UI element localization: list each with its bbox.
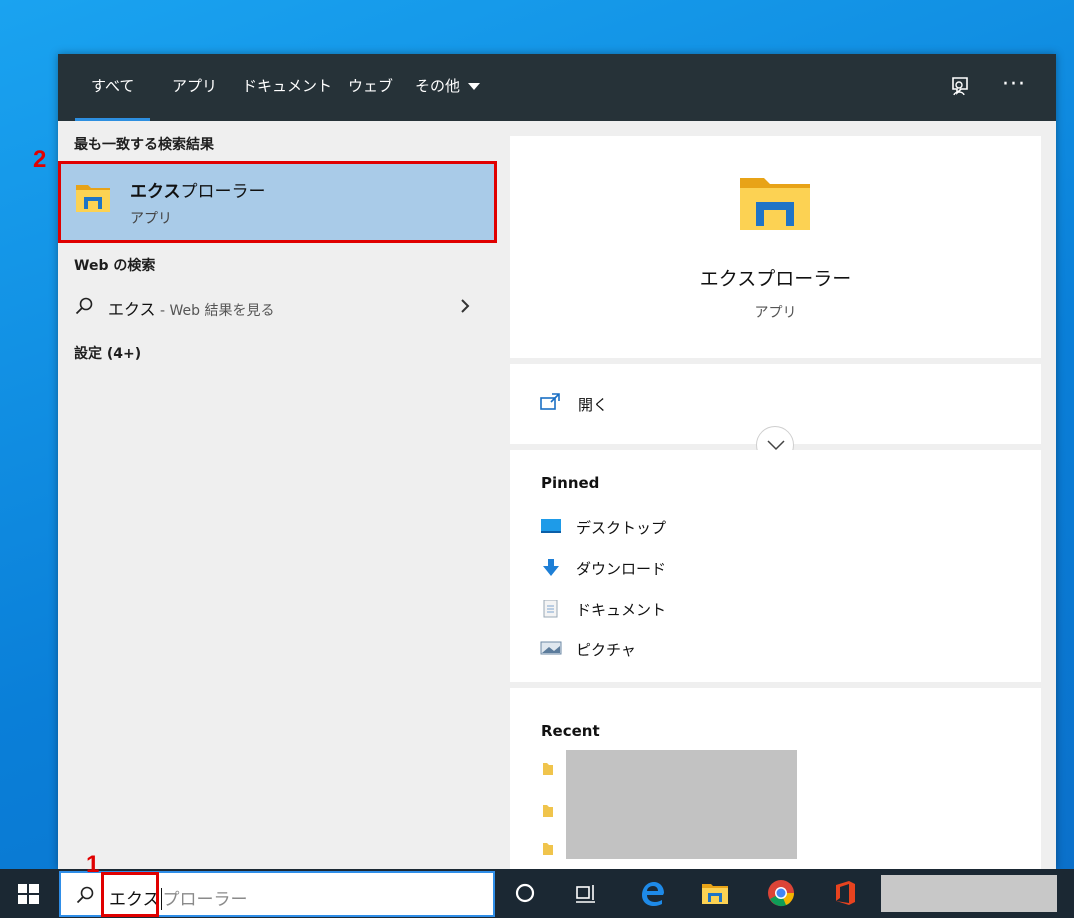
tab-more-label: その他 [415, 77, 461, 95]
more-options-icon[interactable]: ··· [1002, 72, 1026, 97]
web-search-text: エクス - Web 結果を見る [108, 296, 274, 320]
preview-subtitle: アプリ [754, 305, 797, 321]
recent-items-redacted [566, 750, 797, 859]
search-icon [75, 297, 93, 315]
pictures-icon [540, 641, 562, 655]
task-view-icon[interactable] [571, 878, 601, 908]
documents-icon [543, 600, 558, 618]
office-icon[interactable] [830, 878, 860, 908]
preview-title: エクスプローラー [699, 268, 852, 290]
actions-card: 開く [510, 364, 1041, 464]
web-search-suffix: - Web 結果を見る [155, 303, 275, 319]
desktop-icon [541, 519, 561, 533]
recent-header: Recent [541, 722, 600, 740]
pinned-card: Pinned デスクトップ ダウンロード ドキュメント ピクチャ [510, 450, 1041, 682]
pinned-label-pictures: ピクチャ [576, 641, 636, 659]
search-icon [76, 886, 94, 904]
annotation-box-step1 [101, 872, 159, 917]
search-filter-bar: すべて アプリ ドキュメント ウェブ その他 ··· [58, 54, 1056, 121]
cortana-icon[interactable] [510, 878, 540, 908]
tab-web[interactable]: ウェブ [348, 54, 393, 121]
pinned-header: Pinned [541, 474, 600, 492]
annotation-label-step1: 1 [86, 851, 100, 878]
pinned-label-documents: ドキュメント [576, 601, 667, 619]
web-search-item[interactable]: エクス - Web 結果を見る [58, 287, 496, 327]
edge-icon[interactable] [638, 878, 668, 908]
chevron-right-icon[interactable] [458, 297, 472, 315]
web-search-header: Web の検索 [74, 258, 156, 274]
windows-start-icon[interactable] [0, 869, 58, 918]
text-caret [160, 888, 162, 910]
folder-icon[interactable] [542, 802, 554, 818]
settings-header[interactable]: 設定 (4+) [74, 343, 141, 363]
folder-icon[interactable] [542, 760, 554, 776]
preview-header-card: エクスプローラー アプリ [510, 136, 1041, 358]
pinned-label-desktop: デスクトップ [576, 519, 667, 537]
open-label: 開く [578, 396, 609, 414]
file-explorer-large-icon [740, 178, 810, 230]
best-match-header: 最も一致する検索結果 [74, 137, 214, 153]
taskbar: エクス プローラー [0, 869, 1074, 918]
open-icon [540, 393, 560, 410]
folder-icon[interactable] [542, 840, 554, 856]
annotation-box-step2 [58, 161, 497, 243]
pinned-label-downloads: ダウンロード [576, 560, 667, 578]
web-search-query: エクス [108, 300, 156, 319]
tab-apps[interactable]: アプリ [172, 54, 217, 121]
file-explorer-taskbar-icon[interactable] [700, 878, 730, 908]
tab-all[interactable]: すべて [74, 54, 151, 121]
system-tray-redacted [881, 875, 1057, 912]
search-suggestion: プローラー [162, 890, 248, 910]
feedback-icon[interactable] [948, 74, 974, 100]
chrome-icon[interactable] [766, 878, 796, 908]
caret-down-icon [468, 83, 481, 90]
annotation-label-step2: 2 [33, 146, 47, 173]
tab-documents[interactable]: ドキュメント [242, 54, 332, 121]
download-icon [543, 559, 559, 576]
tab-more[interactable]: その他 [415, 54, 481, 121]
